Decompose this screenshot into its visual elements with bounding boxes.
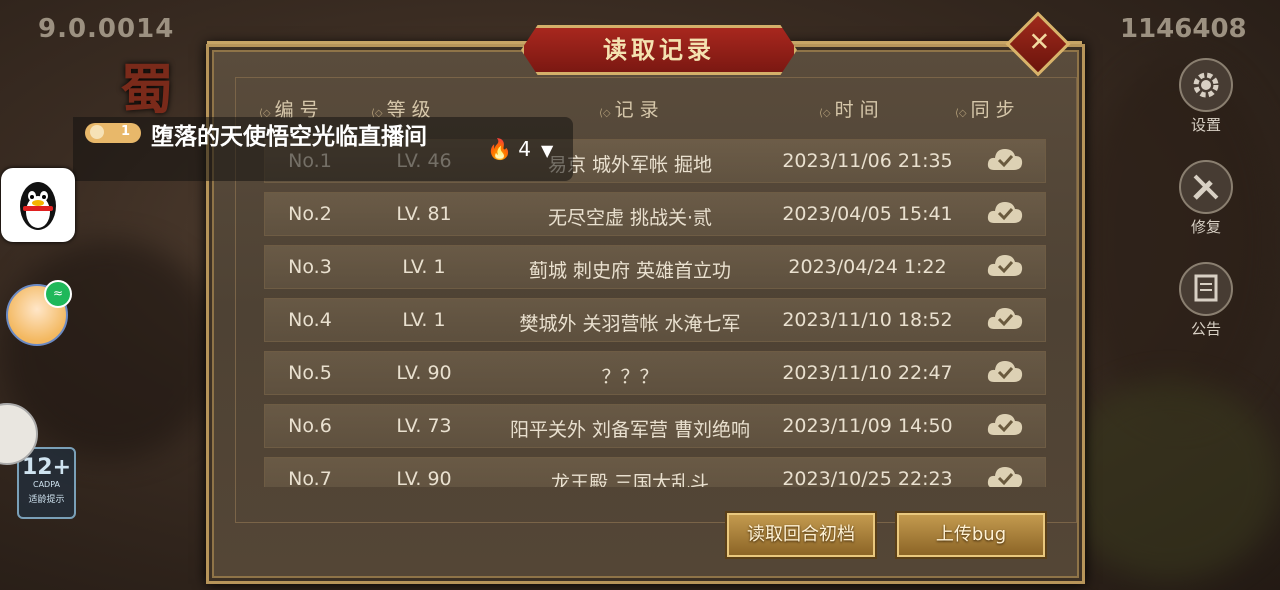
settings-button[interactable]: 设置 <box>1176 58 1236 135</box>
dialog-title: 读取记录 <box>521 25 797 75</box>
record-level: LV. 90 <box>396 362 452 384</box>
record-level: LV. 90 <box>396 468 452 487</box>
cloud-sync-icon[interactable] <box>980 411 1030 437</box>
chevron-down-icon[interactable]: ▼ <box>541 141 553 160</box>
cloud-sync-icon[interactable] <box>980 146 1030 172</box>
record-location: 无尽空虚 挑战关·贰 <box>547 207 713 229</box>
record-number: No.3 <box>288 256 332 278</box>
record-number: No.6 <box>288 415 332 437</box>
title-ornament-left <box>207 41 527 58</box>
record-number: No.2 <box>288 203 332 225</box>
close-icon: ✕ <box>1028 27 1051 58</box>
record-level: LV. 73 <box>396 415 452 437</box>
record-level: LV. 81 <box>396 203 452 225</box>
record-number: No.7 <box>288 468 332 487</box>
record-time: 2023/11/09 14:50 <box>782 415 953 437</box>
wrench-icon <box>1179 160 1233 214</box>
record-location: 蓟城 刺史府 英雄首立功 <box>528 260 732 282</box>
record-time: 2023/10/25 22:23 <box>782 468 953 487</box>
live-welcome-banner: 1 堕落的天使悟空光临直播间 🔥 4 ▼ <box>73 117 573 181</box>
record-level: LV. 1 <box>402 309 446 331</box>
notice-icon <box>1179 262 1233 316</box>
version-number: 9.0.0014 <box>38 14 175 44</box>
record-row[interactable]: No.7 LV. 90 龙王殿 三国大乱斗 2023/10/25 22:23 <box>264 457 1046 487</box>
column-header-record: 记录 <box>599 95 665 122</box>
record-time: 2023/04/24 1:22 <box>788 256 947 278</box>
qq-penguin-icon[interactable] <box>1 168 75 242</box>
record-number: No.4 <box>288 309 332 331</box>
record-time: 2023/11/10 22:47 <box>782 362 953 384</box>
rank-number: 1 <box>121 124 131 139</box>
repair-label: 修复 <box>1190 218 1221 236</box>
wifi-icon: ≈ <box>44 280 72 308</box>
popularity-count[interactable]: 🔥 4 <box>487 137 531 161</box>
record-time: 2023/04/05 15:41 <box>782 203 953 225</box>
cloud-sync-icon[interactable] <box>980 199 1030 225</box>
record-time: 2023/11/06 21:35 <box>782 150 953 172</box>
record-level: LV. 1 <box>402 256 446 278</box>
record-row[interactable]: No.3 LV. 1 蓟城 刺史府 英雄首立功 2023/04/24 1:22 <box>264 245 1046 289</box>
record-number: No.5 <box>288 362 332 384</box>
cloud-sync-icon[interactable] <box>980 252 1030 278</box>
rank-icon <box>90 125 104 139</box>
game-logo: 蜀 <box>120 57 174 121</box>
upload-bug-button[interactable]: 上传bug <box>897 513 1045 557</box>
notice-label: 公告 <box>1190 320 1221 338</box>
record-location: 樊城外 关羽营帐 水淹七军 <box>519 313 741 335</box>
cloud-sync-icon[interactable] <box>980 464 1030 487</box>
record-row[interactable]: No.6 LV. 73 阳平关外 刘备军营 曹刘绝响 2023/11/09 14:50 <box>264 404 1046 448</box>
cloud-sync-icon[interactable] <box>980 305 1030 331</box>
settings-label: 设置 <box>1190 116 1221 134</box>
welcome-message: 堕落的天使悟空光临直播间 <box>151 124 427 150</box>
record-row[interactable]: No.2 LV. 81 无尽空虚 挑战关·贰 2023/04/05 15:41 <box>264 192 1046 236</box>
read-round-save-button[interactable]: 读取回合初档 <box>727 513 875 557</box>
record-time: 2023/11/10 18:52 <box>782 309 953 331</box>
column-header-time: 时间 <box>819 95 885 122</box>
record-location: ？？？ <box>601 366 659 388</box>
record-list[interactable]: No.1LV. 46易京 城外军帐 掘地2023/11/06 21:35No.2… <box>264 139 1046 487</box>
rank-badge: 1 <box>85 123 141 143</box>
age-rating-tip: 适龄提示 <box>28 495 65 505</box>
cloud-sync-icon[interactable] <box>980 358 1030 384</box>
record-location: 阳平关外 刘备军营 曹刘绝响 <box>509 419 751 441</box>
record-location: 龙王殿 三国大乱斗 <box>550 472 710 487</box>
notice-button[interactable]: 公告 <box>1176 262 1236 339</box>
popularity-value: 4 <box>518 137 531 161</box>
repair-button[interactable]: 修复 <box>1176 160 1236 237</box>
player-id: 1146408 <box>1120 14 1247 44</box>
column-header-sync: 同步 <box>955 95 1021 122</box>
gear-icon <box>1179 58 1233 112</box>
record-row[interactable]: No.4 LV. 1 樊城外 关羽营帐 水淹七军 2023/11/10 18:52 <box>264 298 1046 342</box>
fire-icon: 🔥 <box>487 137 512 161</box>
age-rating-org: CADPA <box>32 480 60 489</box>
load-record-dialog: 读取记录 ✕ 编号 等级 记录 时间 同步 No.1LV. 46易京 城外军帐 … <box>196 11 1089 584</box>
record-row[interactable]: No.5 LV. 90 ？？？ 2023/11/10 22:47 <box>264 351 1046 395</box>
age-rating-value: 12+ <box>21 455 72 480</box>
